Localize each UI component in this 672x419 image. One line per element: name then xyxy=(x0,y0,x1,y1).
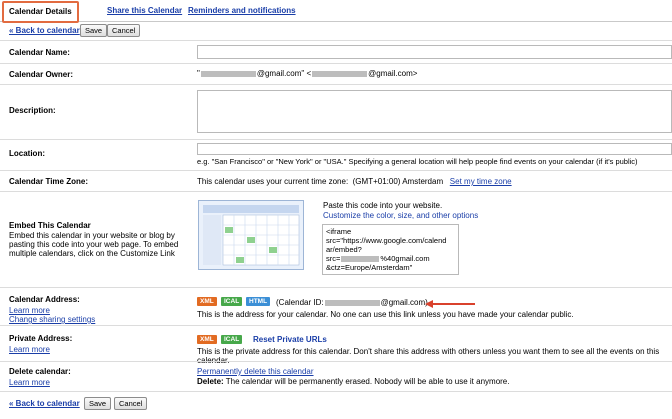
redaction xyxy=(324,299,380,306)
set-time-zone-link[interactable]: Set my time zone xyxy=(450,177,512,186)
calendar-preview-icon xyxy=(203,205,300,266)
embed-label: Embed This Calendar xyxy=(9,221,91,230)
time-zone-value: This calendar uses your current time zon… xyxy=(197,177,512,186)
divider xyxy=(0,170,672,171)
location-hint: e.g. "San Francisco" or "New York" or "U… xyxy=(197,157,638,166)
redaction xyxy=(341,256,380,263)
change-sharing-settings-link[interactable]: Change sharing settings xyxy=(9,315,95,324)
save-button-bottom[interactable]: Save xyxy=(84,397,112,410)
html-badge[interactable]: HTML xyxy=(246,297,271,306)
delete-calendar-label: Delete calendar: xyxy=(9,367,71,376)
back-to-calendar-link[interactable]: « Back to calendar xyxy=(9,26,80,35)
cancel-button-bottom[interactable]: Cancel xyxy=(114,397,148,410)
private-ical-badge[interactable]: ICAL xyxy=(221,335,243,344)
private-xml-badge[interactable]: XML xyxy=(197,335,217,344)
embed-code-textarea[interactable]: <iframe src="https://www.google.com/cale… xyxy=(322,224,459,275)
embed-paste-text: Paste this code into your website. xyxy=(323,201,443,210)
xml-badge[interactable]: XML xyxy=(197,297,217,306)
divider xyxy=(0,139,672,140)
embed-preview-thumbnail xyxy=(198,200,304,270)
calendar-id: (Calendar ID: @gmail.com) xyxy=(276,298,428,307)
private-address-note: This is the private address for this cal… xyxy=(197,347,660,365)
tab-share-calendar[interactable]: Share this Calendar xyxy=(107,6,182,15)
divider xyxy=(0,40,672,41)
description-label: Description: xyxy=(9,106,56,115)
calendar-owner-value: " @gmail.com" < @gmail.com> xyxy=(197,69,418,78)
divider xyxy=(0,63,672,64)
private-learn-more-link[interactable]: Learn more xyxy=(9,345,50,354)
back-to-calendar-link-bottom[interactable]: « Back to calendar xyxy=(9,399,80,408)
divider xyxy=(0,391,672,392)
cancel-button[interactable]: Cancel xyxy=(107,24,141,37)
redaction xyxy=(312,70,368,77)
reset-private-urls-link[interactable]: Reset Private URLs xyxy=(253,335,327,344)
address-note: This is the address for your calendar. N… xyxy=(197,310,574,319)
location-label: Location: xyxy=(9,149,45,158)
customize-embed-link[interactable]: Customize the color, size, and other opt… xyxy=(323,211,478,220)
divider xyxy=(0,325,672,326)
calendar-owner-label: Calendar Owner: xyxy=(9,70,74,79)
divider xyxy=(0,361,672,362)
location-input[interactable] xyxy=(197,143,672,155)
divider xyxy=(0,191,672,192)
private-address-label: Private Address: xyxy=(9,334,73,343)
redaction xyxy=(200,70,256,77)
ical-badge[interactable]: ICAL xyxy=(221,297,243,306)
description-textarea[interactable] xyxy=(197,90,672,133)
time-zone-label: Calendar Time Zone: xyxy=(9,177,88,186)
permanently-delete-link[interactable]: Permanently delete this calendar xyxy=(197,367,314,376)
delete-learn-more-link[interactable]: Learn more xyxy=(9,378,50,387)
tab-bar: Calendar Details Share this Calendar Rem… xyxy=(0,0,672,23)
address-learn-more-link[interactable]: Learn more xyxy=(9,306,50,315)
divider xyxy=(0,287,672,288)
tab-reminders[interactable]: Reminders and notifications xyxy=(188,6,296,15)
tab-calendar-details[interactable]: Calendar Details xyxy=(2,1,79,23)
divider xyxy=(0,84,672,85)
calendar-name-input[interactable] xyxy=(197,45,672,59)
save-button[interactable]: Save xyxy=(80,24,108,37)
red-arrow-icon xyxy=(425,300,475,308)
embed-description: Embed this calendar in your website or b… xyxy=(9,231,179,258)
calendar-name-label: Calendar Name: xyxy=(9,48,70,57)
delete-warning: Delete: The calendar will be permanently… xyxy=(197,377,510,386)
calendar-address-label: Calendar Address: xyxy=(9,295,80,304)
